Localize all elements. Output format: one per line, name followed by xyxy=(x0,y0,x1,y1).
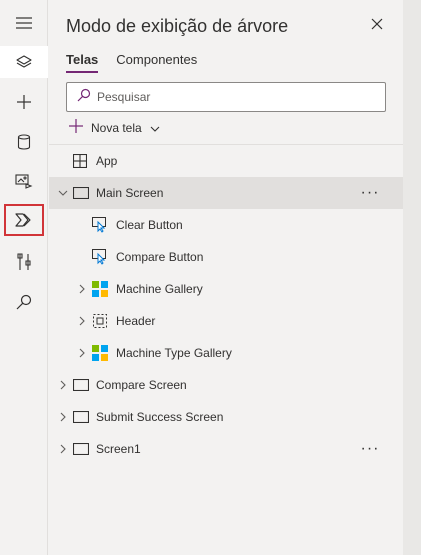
tree-row-label: Compare Screen xyxy=(96,378,187,392)
tab-telas[interactable]: Telas xyxy=(66,52,99,73)
group-icon xyxy=(92,313,108,329)
tree-row-label: Submit Success Screen xyxy=(96,410,224,424)
chevron-right-icon[interactable] xyxy=(76,315,88,327)
advanced-tools-button[interactable] xyxy=(4,246,44,278)
close-button[interactable] xyxy=(367,16,387,36)
power-automate-button[interactable] xyxy=(4,204,44,236)
tree-view-app: Modo de exibição de árvore Telas Compone… xyxy=(0,0,421,555)
new-screen-label: Nova tela xyxy=(91,120,142,135)
panel-title: Modo de exibição de árvore xyxy=(66,16,289,36)
chevron-right-icon[interactable] xyxy=(57,411,69,423)
tree-row-label: Screen1 xyxy=(96,442,141,456)
insert-button[interactable] xyxy=(4,86,44,118)
plus-icon xyxy=(16,94,32,110)
new-screen-button[interactable]: Nova tela xyxy=(69,119,160,136)
tools-icon xyxy=(17,253,31,271)
screen-icon xyxy=(73,441,89,457)
power-automate-icon xyxy=(15,213,33,227)
tree-row-main-screen[interactable]: Main Screen ··· xyxy=(49,177,403,209)
plus-icon xyxy=(69,119,83,136)
media-icon xyxy=(15,173,33,189)
tree-view-button[interactable] xyxy=(0,46,48,78)
tree-row-clear-button[interactable]: Clear Button xyxy=(49,209,403,241)
scrollbar-track[interactable] xyxy=(403,0,421,555)
tree-view-panel: Modo de exibição de árvore Telas Compone… xyxy=(49,0,403,555)
tree-row-label: Compare Button xyxy=(116,250,204,264)
tree-row-label: Machine Type Gallery xyxy=(116,346,232,360)
tree-row-label: Header xyxy=(116,314,156,328)
tree-row-compare-button[interactable]: Compare Button xyxy=(49,241,403,273)
button-icon xyxy=(92,217,108,233)
tree-row-machine-gallery[interactable]: Machine Gallery xyxy=(49,273,403,305)
tree-row-label: Main Screen xyxy=(96,186,164,200)
search-box[interactable] xyxy=(66,82,386,112)
screen-icon xyxy=(73,185,89,201)
search-icon xyxy=(16,294,32,310)
panel-tabs: Telas Componentes xyxy=(66,52,197,73)
tree-row-machine-type-gallery[interactable]: Machine Type Gallery xyxy=(49,337,403,369)
media-button[interactable] xyxy=(4,165,44,197)
layers-icon xyxy=(16,54,32,70)
tree-row-label: Clear Button xyxy=(116,218,183,232)
database-icon xyxy=(17,134,31,150)
chevron-right-icon[interactable] xyxy=(76,283,88,295)
data-button[interactable] xyxy=(4,126,44,158)
tree-row-label: App xyxy=(96,154,118,168)
chevron-down-icon[interactable] xyxy=(57,187,69,199)
chevron-right-icon[interactable] xyxy=(76,347,88,359)
close-icon xyxy=(371,17,383,35)
tree-row-compare-screen[interactable]: Compare Screen xyxy=(49,369,403,401)
gallery-icon xyxy=(92,345,108,361)
more-options-button[interactable]: ··· xyxy=(359,440,381,457)
screen-icon xyxy=(73,409,89,425)
search-input[interactable] xyxy=(97,90,357,104)
search-rail-button[interactable] xyxy=(4,286,44,318)
tab-componentes[interactable]: Componentes xyxy=(116,52,197,73)
tree-row-screen1[interactable]: Screen1 ··· xyxy=(49,433,403,465)
gallery-icon xyxy=(92,281,108,297)
button-icon xyxy=(92,249,108,265)
tree-row-app[interactable]: App xyxy=(49,145,403,177)
chevron-down-icon xyxy=(150,121,160,135)
tree-row-header[interactable]: Header xyxy=(49,305,403,337)
search-icon xyxy=(77,88,91,107)
chevron-right-icon[interactable] xyxy=(57,379,69,391)
hamburger-menu-icon xyxy=(15,16,33,30)
tree-row-label: Machine Gallery xyxy=(116,282,203,296)
tree: App Main Screen ··· Clear Button Compare… xyxy=(49,145,403,465)
chevron-right-icon[interactable] xyxy=(57,443,69,455)
more-options-button[interactable]: ··· xyxy=(359,184,381,201)
tree-row-submit-success-screen[interactable]: Submit Success Screen xyxy=(49,401,403,433)
hamburger-menu-button[interactable] xyxy=(4,7,44,39)
left-rail xyxy=(0,0,48,555)
app-icon xyxy=(72,153,88,169)
screen-icon xyxy=(73,377,89,393)
